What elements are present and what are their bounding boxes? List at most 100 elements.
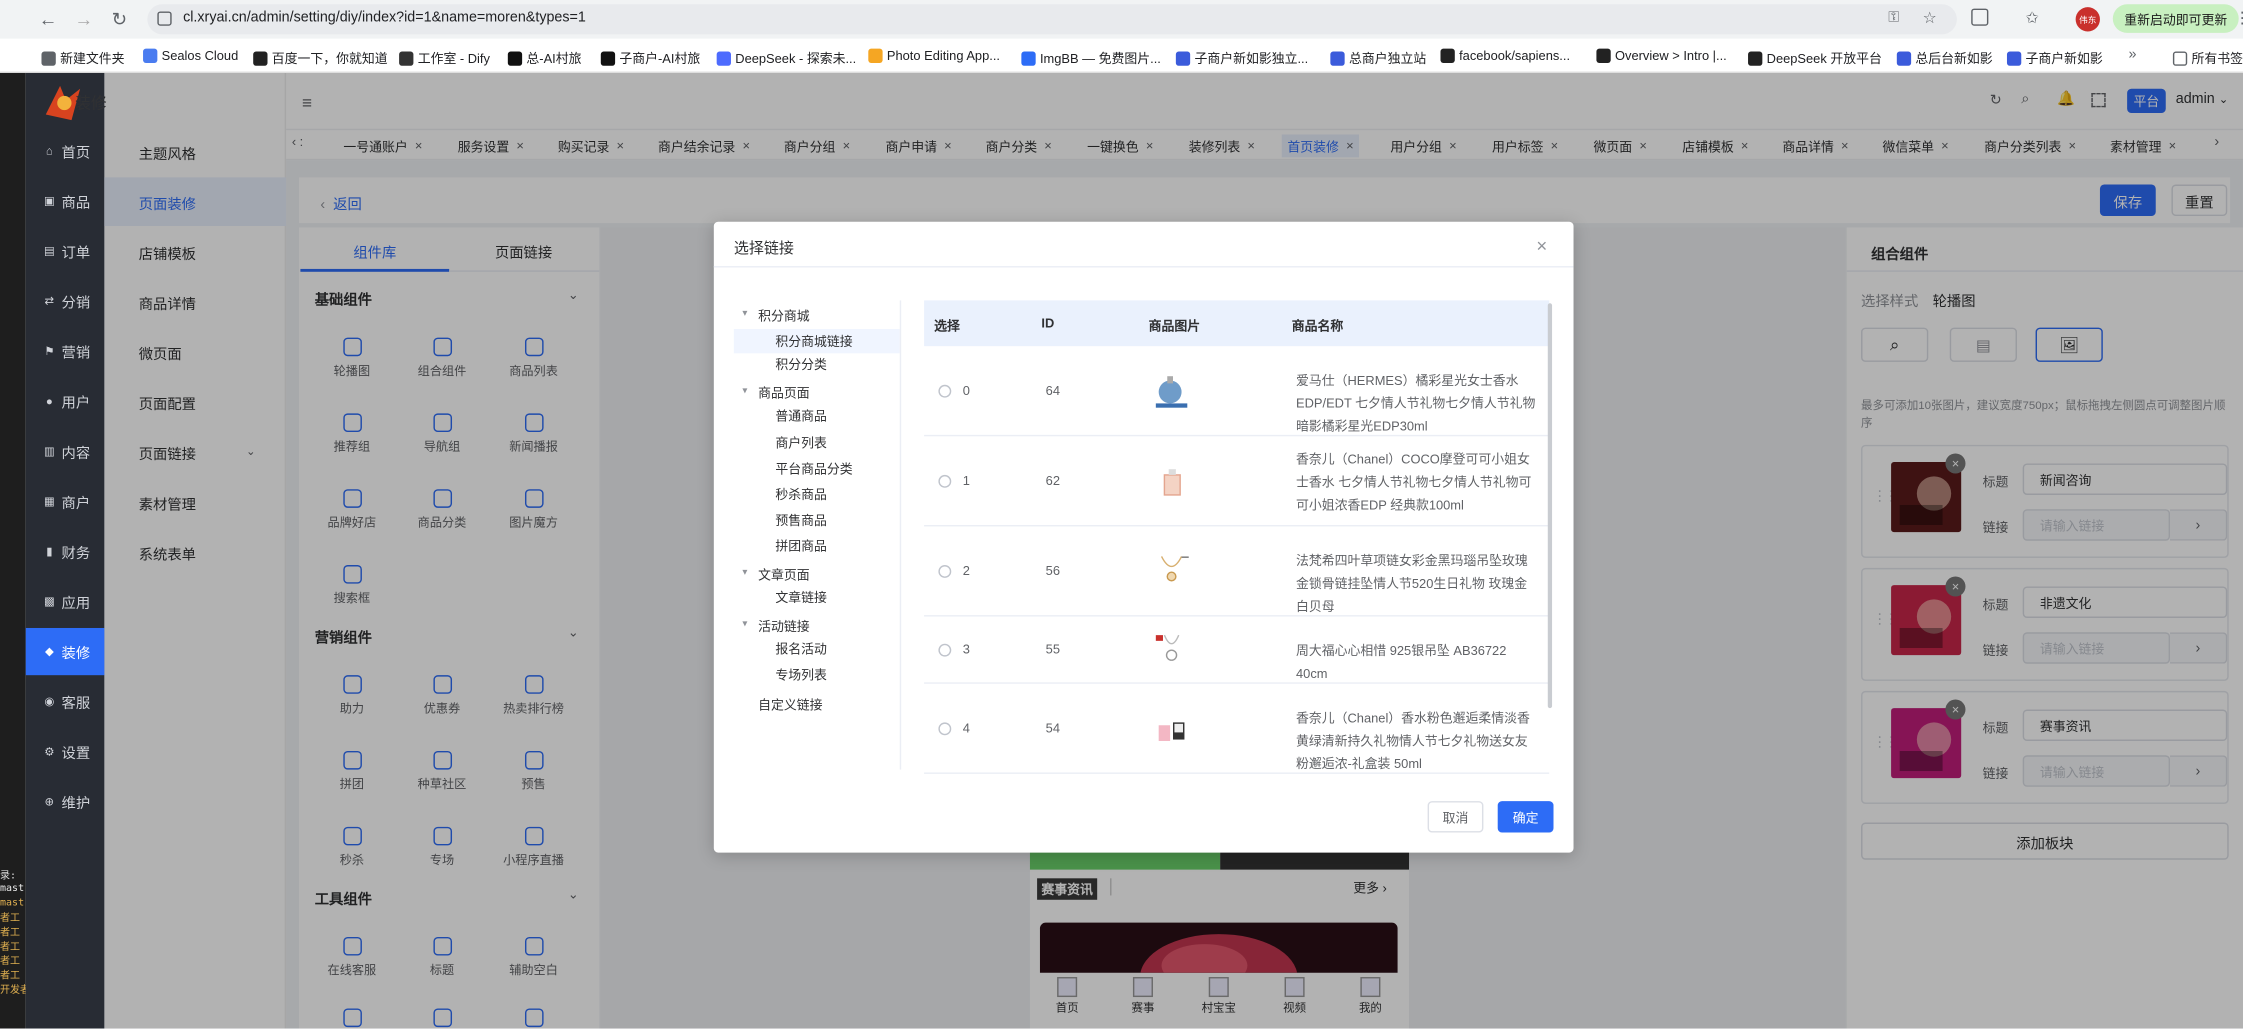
sidebar-item-label: 应用 [61,596,91,613]
bookmark-label: 总商户独立站 [1348,51,1427,66]
row-id: 55 [1045,641,1061,656]
all-bookmarks[interactable]: 所有书签 [2172,49,2243,68]
close-icon[interactable]: × [1536,235,1547,256]
bookmark-item[interactable]: 百度一下，你就知道 [253,49,388,68]
bookmark-favicon-icon [253,50,268,66]
row-radio[interactable] [938,721,952,735]
sidebar-item-service[interactable]: ◉ 客服 [26,678,105,725]
sidebar-item-flag[interactable]: ⚑ 营销 [26,328,105,375]
site-info-icon[interactable] [157,11,172,26]
bookmark-label: 工作室 - Dify [417,51,490,66]
url-text[interactable]: cl.xryai.cn/admin/setting/diy/index?id=1… [183,10,586,26]
goods-icon: ▣ [43,194,55,208]
cancel-button[interactable]: 取消 [1427,801,1484,833]
table-scrollbar[interactable] [1547,303,1553,709]
bookmark-star-icon[interactable]: ☆ [1923,9,1937,27]
menu-dots-icon[interactable]: ⋮ [2234,9,2243,27]
sidebar-item-label: 商户 [61,496,91,513]
terminal-line: 者工 [0,941,21,953]
tree-node[interactable]: 商品页面 [758,384,810,403]
tree-node[interactable]: 文章页面 [758,565,810,584]
tree-expand-icon[interactable]: ▾ [742,566,747,578]
product-name: 香奈儿（Chanel）COCO摩登可可小姐女士香水 七夕情人节礼物七夕情人节礼物… [1296,451,1532,512]
sidebar-item-decorate[interactable]: ◆ 装修 [25,627,105,676]
bookmark-item[interactable]: 子商户-AI村旅 [600,49,700,68]
profile-avatar[interactable]: 伟东 [2075,7,2100,32]
forward-icon[interactable]: → [72,7,96,31]
row-radio[interactable] [938,474,952,488]
sidebar-item-gear[interactable]: ⚙ 设置 [26,728,105,775]
terminal-line: 者工 [0,926,21,939]
sidebar-item-content[interactable]: ▥ 内容 [26,428,105,475]
tree-expand-icon[interactable]: ▾ [742,618,747,630]
extensions-icon[interactable] [1971,8,1989,26]
tree-node[interactable]: 自定义链接 [758,694,822,713]
bookmark-item[interactable]: 总后台新如影 [1896,49,1993,68]
sidebar-item-distribution[interactable]: ⇄ 分销 [26,278,105,325]
tree-leaf[interactable]: 文章链接 [775,588,827,607]
key-icon[interactable]: ⚿ [1888,10,1899,26]
terminal-line: mast [0,882,25,895]
divider [899,300,902,770]
bookmark-item[interactable]: Overview > Intro |... [1596,48,1727,63]
column-header-id: ID [1041,316,1055,331]
tree-leaf[interactable]: 积分分类 [775,355,827,374]
row-id: 64 [1045,382,1061,397]
back-icon[interactable]: ← [36,7,60,31]
restart-update-button[interactable]: 重新启动即可更新 [2112,4,2239,33]
bookmark-item[interactable]: 新建文件夹 [41,49,124,68]
content-icon: ▥ [43,444,55,458]
sidebar-item-finance[interactable]: ▮ 财务 [26,528,105,575]
row-radio[interactable] [938,643,952,656]
tree-leaf[interactable]: 商户列表 [775,433,827,452]
bookmark-item[interactable]: facebook/sapiens... [1440,48,1570,63]
tree-leaf[interactable]: 平台商品分类 [775,459,852,478]
tree-expand-icon[interactable]: ▾ [742,385,747,397]
bookmark-item[interactable]: DeepSeek - 探索未... [716,49,856,68]
sidebar-item-maintain[interactable]: ⊕ 维护 [26,778,105,825]
reload-icon[interactable]: ↻ [107,7,131,31]
terminal-line: mast [0,896,25,909]
bookmark-item[interactable]: ImgBB — 免费图片... [1021,49,1161,68]
product-name: 法梵希四叶草项链女彩金黑玛瑙吊坠玫瑰金锁骨链挂坠情人节520生日礼物 玫瑰金白贝… [1296,552,1528,613]
tree-leaf[interactable]: 秒杀商品 [775,484,827,503]
tree-node[interactable]: 积分商城 [758,306,810,325]
bookmark-item[interactable]: DeepSeek 开放平台 [1748,49,1882,68]
tree-leaf[interactable]: 积分商城链接 [733,329,900,354]
product-name: 爱马仕（HERMES）橘彩星光女士香水 EDP/EDT 七夕情人节礼物七夕情人节… [1296,372,1536,433]
sidebar-item-goods[interactable]: ▣ 商品 [26,177,105,224]
tree-leaf[interactable]: 专场列表 [775,666,827,685]
bookmark-item[interactable]: 子商户新如影独立... [1175,49,1308,68]
sidebar-item-user[interactable]: ● 用户 [26,378,105,425]
product-image [1153,553,1190,590]
tree-node[interactable]: 活动链接 [758,617,810,636]
confirm-button[interactable]: 确定 [1497,801,1554,833]
sidebar-item-order[interactable]: ▤ 订单 [26,227,105,274]
bookmark-item[interactable]: 子商户新如影 [2006,49,2103,68]
bookmark-item[interactable]: 工作室 - Dify [399,49,490,68]
bookmarks-more-icon[interactable]: » [2129,47,2137,63]
bookmark-item[interactable]: 总商户独立站 [1330,49,1426,68]
tree-leaf[interactable]: 普通商品 [775,407,827,426]
bookmark-favicon-icon [1748,50,1763,66]
tree-leaf[interactable]: 拼团商品 [775,536,827,555]
column-header-select: 选择 [934,318,960,334]
row-radio[interactable] [938,564,952,578]
bookmark-item[interactable]: 总-AI村旅 [507,49,582,68]
sidebar-item-label: 装修 [61,646,91,663]
sidebar-item-app[interactable]: ▩ 应用 [26,578,105,625]
bookmark-label: Photo Editing App... [886,48,1000,63]
tree-leaf[interactable]: 报名活动 [775,640,827,659]
tree-expand-icon[interactable]: ▾ [742,308,747,319]
tree-leaf[interactable]: 预售商品 [775,510,827,529]
bookmark-item[interactable]: Photo Editing App... [868,48,1000,63]
sidebar-item-home[interactable]: ⌂ 首页 [26,127,105,174]
row-radio[interactable] [938,384,952,397]
sidebar-item-merchant[interactable]: ▦ 商户 [26,478,105,525]
bookmarks-manager-icon[interactable]: ✩ [2026,9,2039,27]
merchant-icon: ▦ [43,494,55,508]
bookmark-favicon-icon [1175,50,1191,66]
bookmark-favicon-icon [1330,50,1345,66]
bookmark-item[interactable]: Sealos Cloud [143,48,238,63]
order-icon: ▤ [43,244,55,258]
